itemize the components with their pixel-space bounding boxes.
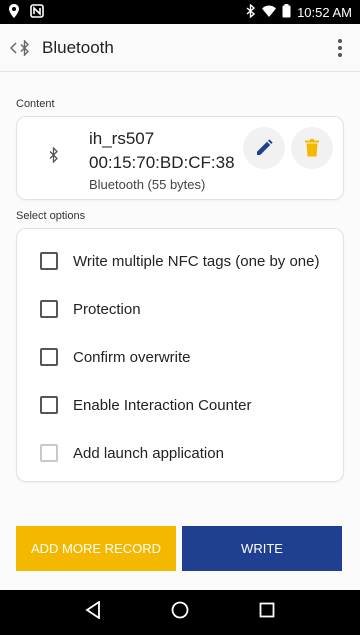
record-name: ih_rs507: [89, 129, 155, 148]
delete-record-button[interactable]: [291, 127, 333, 169]
location-icon: [8, 3, 20, 21]
launch-application-checkbox: [40, 444, 58, 462]
options-card: Write multiple NFC tags (one by one) Pro…: [16, 228, 344, 482]
nav-home-button[interactable]: [171, 601, 189, 624]
more-vert-icon: [338, 38, 342, 57]
option-protection[interactable]: Protection: [17, 285, 343, 333]
option-interaction-counter[interactable]: Enable Interaction Counter: [17, 381, 343, 429]
status-bar: 10:52 AM: [0, 0, 360, 24]
battery-icon: [282, 3, 291, 21]
write-multiple-checkbox[interactable]: [40, 252, 58, 270]
bluetooth-record-icon: [49, 146, 59, 168]
system-nav-bar: [0, 590, 360, 635]
options-section-label: Select options: [16, 210, 86, 222]
nfc-icon: [30, 3, 44, 21]
option-label: Confirm overwrite: [73, 348, 191, 366]
record-address: 00:15:70:BD:CF:38: [89, 153, 235, 172]
bluetooth-icon: [20, 39, 29, 56]
write-button[interactable]: WRITE: [182, 526, 342, 571]
nav-recents-button[interactable]: [259, 602, 275, 623]
option-launch-application: Add launch application: [17, 429, 343, 477]
status-time: 10:52 AM: [297, 4, 352, 20]
option-label: Write multiple NFC tags (one by one): [73, 252, 320, 270]
page-title: Bluetooth: [42, 37, 114, 57]
content-record-card[interactable]: ih_rs507 00:15:70:BD:CF:38 Bluetooth (55…: [16, 116, 344, 200]
option-write-multiple[interactable]: Write multiple NFC tags (one by one): [17, 237, 343, 285]
back-button[interactable]: [0, 24, 36, 72]
confirm-overwrite-checkbox[interactable]: [40, 348, 58, 366]
edit-pencil-icon: [257, 139, 273, 155]
nav-recents-square-icon: [259, 602, 275, 618]
app-bar: Bluetooth: [0, 24, 360, 72]
add-more-record-button[interactable]: ADD MORE RECORD: [16, 526, 176, 571]
delete-trash-icon: [305, 139, 319, 157]
more-options-button[interactable]: [320, 24, 360, 72]
option-label: Enable Interaction Counter: [73, 396, 252, 414]
protection-checkbox[interactable]: [40, 300, 58, 318]
content-section-label: Content: [16, 98, 55, 110]
main-content: Content ih_rs507 00:15:70:BD:CF:38 Bluet…: [0, 72, 360, 590]
option-confirm-overwrite[interactable]: Confirm overwrite: [17, 333, 343, 381]
action-buttons: ADD MORE RECORD WRITE: [0, 526, 360, 572]
option-label: Protection: [73, 300, 141, 318]
bluetooth-status-icon: [246, 2, 256, 21]
option-label: Add launch application: [73, 444, 224, 462]
nav-home-circle-icon: [171, 601, 189, 619]
interaction-counter-checkbox[interactable]: [40, 396, 58, 414]
record-type: Bluetooth (55 bytes): [89, 177, 206, 192]
back-arrow-icon: [10, 41, 17, 54]
wifi-icon: [262, 5, 277, 20]
nav-back-triangle-icon: [85, 600, 100, 620]
nav-back-button[interactable]: [85, 600, 101, 624]
edit-record-button[interactable]: [243, 127, 285, 169]
